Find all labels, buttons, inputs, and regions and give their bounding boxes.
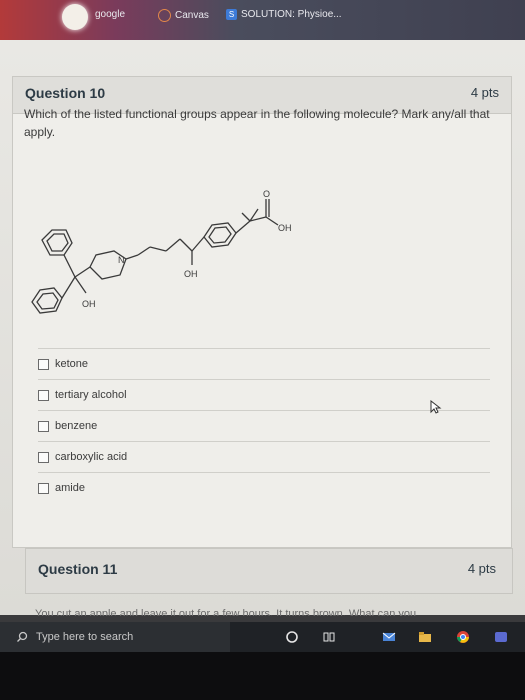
search-placeholder: Type here to search (36, 631, 134, 643)
task-view-icon[interactable] (322, 630, 336, 644)
question-11-card: Question 11 4 pts (25, 548, 513, 594)
hydroxyl-label: OH (82, 299, 96, 309)
bookmark-label: google (95, 9, 126, 20)
bookmark-label: SOLUTION: Physioe... (241, 9, 342, 20)
cortana-icon[interactable] (285, 630, 299, 644)
canvas-icon (158, 9, 171, 22)
nitrogen-label: N (118, 255, 125, 265)
question-points: 4 pts (470, 85, 499, 100)
question-points: 4 pts (467, 561, 496, 576)
answer-label: tertiary alcohol (55, 389, 127, 401)
question-title: Question 10 (25, 85, 106, 101)
bookmark-label: Canvas (175, 10, 209, 21)
answer-label: ketone (55, 358, 89, 370)
answer-option[interactable]: benzene (38, 410, 490, 441)
bookmark-google[interactable]: google (95, 9, 125, 20)
answer-option[interactable]: carboxylic acid (38, 441, 490, 472)
benzene-ring-right (203, 222, 237, 248)
hydroxyl-label: OH (278, 223, 292, 233)
hydroxyl-label: OH (184, 269, 198, 279)
chrome-icon[interactable] (456, 630, 470, 644)
checkbox[interactable] (38, 389, 49, 401)
mail-icon[interactable] (382, 630, 396, 644)
bookmark-canvas[interactable]: Canvas (158, 9, 209, 22)
checkbox[interactable] (38, 358, 49, 370)
question-text: Which of the listed functional groups ap… (24, 107, 490, 139)
answer-label: amide (55, 482, 85, 494)
windows-taskbar: Type here to search (0, 622, 525, 652)
answer-option[interactable]: amide (38, 472, 490, 503)
answer-option[interactable]: ketone (38, 348, 490, 379)
cursor-icon (430, 400, 442, 414)
answer-label: carboxylic acid (55, 451, 128, 463)
question-title: Question 11 (38, 561, 118, 577)
question-11-text-peek: You cut an apple and leave it out for a … (35, 608, 417, 616)
bezel (0, 652, 525, 700)
file-explorer-icon[interactable] (418, 630, 432, 644)
molecule-diagram: N OH OH OH O (31, 189, 292, 314)
search-icon (17, 631, 28, 642)
app-icon[interactable] (494, 630, 508, 644)
bookmarks-bar: google Canvas S SOLUTION: Physioe... (0, 0, 525, 40)
checkbox[interactable] (38, 482, 49, 494)
profile-avatar[interactable] (62, 4, 88, 30)
answer-option[interactable]: tertiary alcohol (38, 379, 490, 410)
checkbox[interactable] (38, 420, 49, 432)
checkbox[interactable] (38, 451, 49, 463)
bookmark-solution[interactable]: S SOLUTION: Physioe... (226, 9, 342, 20)
answer-label: benzene (55, 420, 98, 432)
oxygen-label: O (263, 189, 270, 199)
studysoup-icon: S (226, 9, 237, 20)
taskbar-search[interactable]: Type here to search (0, 622, 230, 652)
